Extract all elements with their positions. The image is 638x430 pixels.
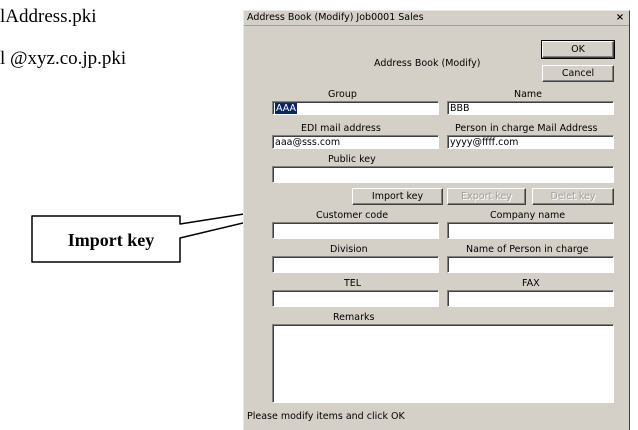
callout-label: Import key [67,230,155,250]
remarks-textarea[interactable] [272,324,614,403]
company-name-field[interactable] [447,222,614,239]
name-field[interactable]: BBB [447,101,614,115]
cancel-button[interactable]: Cancel [542,65,614,82]
name-label: Name [514,89,543,100]
edi-mail-label: EDI mail address [301,123,381,134]
division-label: Division [330,244,368,255]
customer-code-field[interactable] [272,222,439,239]
person-mail-field[interactable]: yyyy@ffff.com [447,135,614,149]
tel-label: TEL [344,278,362,289]
edi-mail-field[interactable]: aaa@sss.com [272,135,439,149]
fax-label: FAX [522,278,540,289]
close-icon[interactable]: × [614,12,626,23]
group-label: Group [328,89,357,100]
delete-key-button[interactable]: Delet key [532,188,614,205]
group-field[interactable]: AAA [272,101,439,115]
company-name-label: Company name [490,210,566,221]
dialog-heading: Address Book (Modify) [374,58,481,69]
customer-code-label: Customer code [316,210,389,221]
group-value: AAA [275,103,298,114]
address-book-dialog: Address Book (Modify) Job0001 Sales × Ad… [243,10,630,430]
status-text: Please modify items and click OK [247,411,405,422]
title-bar[interactable]: Address Book (Modify) Job0001 Sales × [244,11,629,26]
division-field[interactable] [272,256,439,273]
public-key-field[interactable] [272,166,614,183]
ok-button[interactable]: OK [541,40,615,59]
person-name-label: Name of Person in charge [466,244,589,255]
window-title: Address Book (Modify) Job0001 Sales [247,12,424,23]
person-name-field[interactable] [447,256,614,273]
export-key-button[interactable]: Export key [447,188,526,205]
tel-field[interactable] [272,290,439,307]
background-text-line-2: l @xyz.co.jp.pki [0,48,127,69]
public-key-label: Public key [328,154,376,165]
fax-field[interactable] [447,290,614,307]
remarks-label: Remarks [333,312,375,323]
background-text-line-1: lAddress.pki [0,6,97,27]
person-mail-label: Person in charge Mail Address [455,123,598,134]
import-key-button[interactable]: Import key [352,188,443,205]
